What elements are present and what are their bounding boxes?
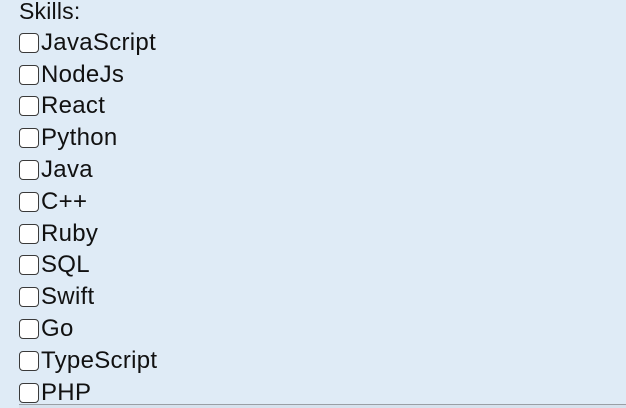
- skill-label: Go: [41, 315, 74, 343]
- cpp-checkbox[interactable]: [19, 191, 39, 212]
- skill-label: Java: [41, 156, 93, 184]
- skill-label: PHP: [41, 378, 92, 406]
- skill-option-ruby[interactable]: Ruby: [19, 218, 157, 250]
- skill-option-javascript[interactable]: JavaScript: [19, 27, 157, 59]
- next-field-top-edge: [19, 404, 626, 408]
- skill-label: TypeScript: [41, 346, 158, 374]
- react-checkbox[interactable]: [19, 96, 39, 117]
- sql-checkbox[interactable]: [19, 255, 39, 276]
- nodejs-checkbox[interactable]: [19, 64, 39, 85]
- skill-option-cpp[interactable]: C++: [19, 186, 157, 218]
- go-checkbox[interactable]: [19, 319, 39, 340]
- skill-option-react[interactable]: React: [19, 91, 157, 123]
- skill-option-typescript[interactable]: TypeScript: [19, 345, 157, 377]
- skills-list: JavaScript NodeJs React Python Java C++ …: [19, 27, 157, 408]
- skill-label: React: [41, 92, 106, 120]
- skill-label: Ruby: [41, 219, 99, 247]
- skill-option-swift[interactable]: Swift: [19, 281, 157, 313]
- skills-heading: Skills:: [19, 0, 81, 24]
- typescript-checkbox[interactable]: [19, 350, 39, 371]
- ruby-checkbox[interactable]: [19, 223, 39, 244]
- skill-label: SQL: [41, 251, 90, 279]
- skill-option-java[interactable]: Java: [19, 154, 157, 186]
- php-checkbox[interactable]: [19, 382, 39, 403]
- skill-option-sql[interactable]: SQL: [19, 250, 157, 282]
- skill-option-python[interactable]: Python: [19, 122, 157, 154]
- skill-label: Python: [41, 124, 118, 152]
- python-checkbox[interactable]: [19, 128, 39, 149]
- javascript-checkbox[interactable]: [19, 32, 39, 53]
- skill-option-nodejs[interactable]: NodeJs: [19, 59, 157, 91]
- skill-label: JavaScript: [41, 28, 157, 56]
- skill-label: C++: [41, 187, 88, 215]
- swift-checkbox[interactable]: [19, 287, 39, 308]
- java-checkbox[interactable]: [19, 160, 39, 181]
- skills-panel: Skills: JavaScript NodeJs React Python J…: [19, 0, 619, 408]
- skill-label: NodeJs: [41, 60, 125, 88]
- skill-option-go[interactable]: Go: [19, 313, 157, 345]
- skill-label: Swift: [41, 283, 95, 311]
